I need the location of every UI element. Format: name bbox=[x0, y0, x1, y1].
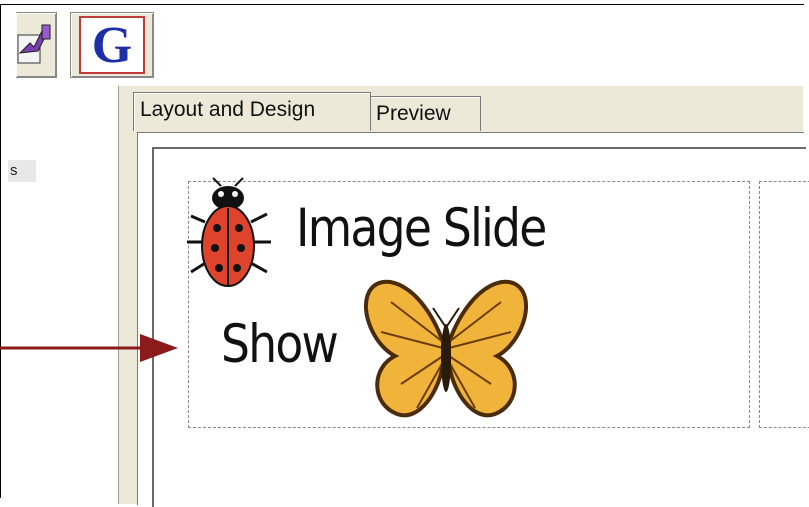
design-canvas: Image Slide Show bbox=[152, 147, 809, 507]
design-panel: Image Slide Show bbox=[137, 132, 809, 507]
toolbar-button-pointer[interactable] bbox=[16, 12, 57, 78]
left-panel: s bbox=[8, 86, 119, 504]
arrow-pointer bbox=[0, 334, 178, 362]
g-letter-icon: G bbox=[79, 16, 145, 74]
editor-area: Layout and Design Preview Image Slide Sh… bbox=[119, 86, 809, 507]
hand-pointer-icon bbox=[17, 24, 51, 64]
slide-frame[interactable]: Image Slide Show bbox=[187, 177, 750, 428]
toolbar: G bbox=[8, 6, 803, 86]
tab-preview[interactable]: Preview bbox=[369, 96, 481, 131]
ladybug-icon bbox=[187, 177, 271, 287]
slide-frame-secondary[interactable] bbox=[759, 181, 809, 428]
butterfly-icon bbox=[363, 279, 529, 418]
toolbar-button-g[interactable]: G bbox=[70, 12, 154, 78]
tab-layout-and-design[interactable]: Layout and Design bbox=[133, 92, 371, 131]
left-panel-item[interactable]: s bbox=[8, 160, 36, 182]
slide-title-line2: Show bbox=[221, 314, 339, 375]
slide-title-line1: Image Slide bbox=[296, 198, 547, 259]
